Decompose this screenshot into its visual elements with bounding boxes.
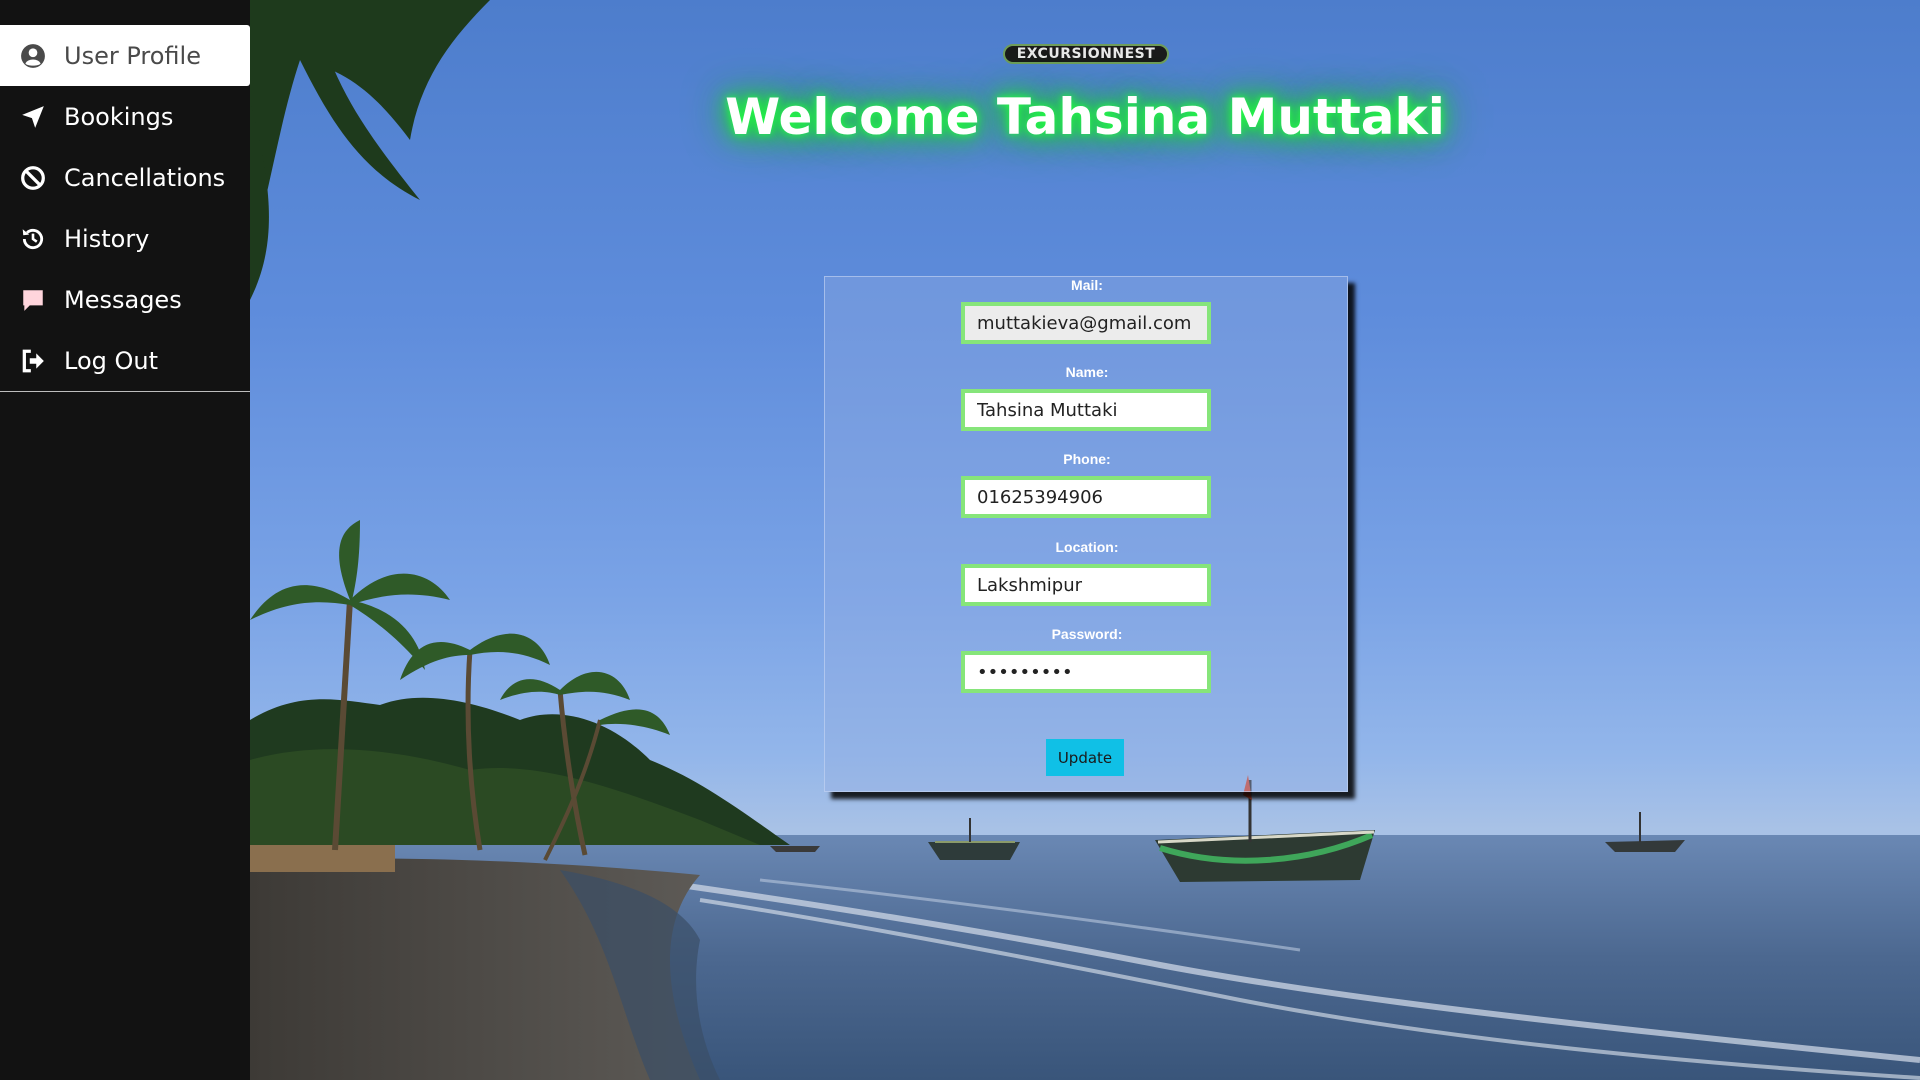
name-field[interactable]: [961, 389, 1211, 431]
location-label: Location:: [1055, 539, 1119, 555]
sidebar-item-user-profile[interactable]: User Profile: [0, 25, 250, 86]
sidebar-menu: User Profile Bookings Cancellations Hist…: [0, 0, 250, 392]
sidebar-item-label: Messages: [64, 285, 182, 314]
mail-field[interactable]: [961, 302, 1211, 344]
sidebar-item-label: Log Out: [64, 346, 159, 375]
sidebar-item-cancellations[interactable]: Cancellations: [0, 147, 250, 208]
sidebar-item-messages[interactable]: Messages: [0, 269, 250, 330]
phone-label: Phone:: [1063, 451, 1111, 467]
phone-field[interactable]: [961, 476, 1211, 518]
location-field[interactable]: [961, 564, 1211, 606]
sidebar: User Profile Bookings Cancellations Hist…: [0, 0, 250, 1080]
history-icon: [20, 226, 46, 252]
update-button[interactable]: Update: [1046, 739, 1124, 776]
profile-form: Mail: Name: Phone: Location: Password: U…: [824, 276, 1348, 792]
sidebar-item-label: History: [64, 224, 150, 253]
name-label: Name:: [1065, 364, 1109, 380]
message-icon: [20, 287, 46, 313]
sidebar-item-label: Bookings: [64, 102, 174, 131]
paper-plane-icon: [20, 104, 46, 130]
page-title: Welcome Tahsina Muttaki: [725, 88, 1445, 146]
user-circle-icon: [20, 43, 46, 69]
password-field[interactable]: [961, 651, 1211, 693]
password-label: Password:: [1051, 626, 1123, 642]
logout-icon: [20, 348, 46, 374]
sidebar-item-bookings[interactable]: Bookings: [0, 86, 250, 147]
ban-icon: [20, 165, 46, 191]
mail-label: Mail:: [1071, 277, 1103, 293]
sidebar-item-logout[interactable]: Log Out: [0, 330, 250, 391]
brand-logo[interactable]: EXCURSIONNEST: [1003, 44, 1169, 64]
sidebar-item-label: Cancellations: [64, 163, 226, 192]
sidebar-item-history[interactable]: History: [0, 208, 250, 269]
sidebar-item-label: User Profile: [64, 41, 201, 70]
